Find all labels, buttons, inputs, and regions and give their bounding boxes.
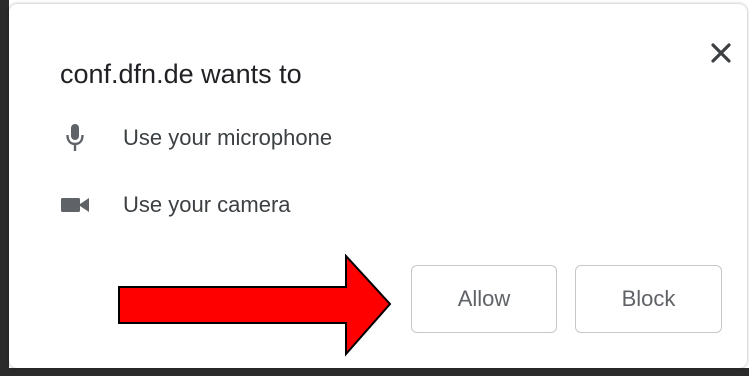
microphone-icon bbox=[57, 121, 93, 155]
block-button[interactable]: Block bbox=[575, 265, 722, 333]
close-button[interactable] bbox=[704, 36, 738, 70]
permission-label-microphone: Use your microphone bbox=[123, 125, 333, 150]
permission-microphone: Use your microphone bbox=[57, 121, 332, 155]
permission-camera: Use your camera bbox=[57, 188, 291, 222]
permission-label-camera: Use your camera bbox=[123, 192, 291, 217]
camera-icon bbox=[57, 188, 93, 222]
permission-dialog: conf.dfn.de wants to Use your microphone… bbox=[9, 4, 747, 368]
close-icon bbox=[711, 43, 731, 63]
window-frame-left bbox=[0, 0, 9, 376]
allow-button[interactable]: Allow bbox=[411, 265, 557, 333]
dialog-title: conf.dfn.de wants to bbox=[60, 59, 302, 89]
window-frame-bottom bbox=[0, 368, 749, 376]
arrow-right-icon bbox=[118, 254, 392, 357]
